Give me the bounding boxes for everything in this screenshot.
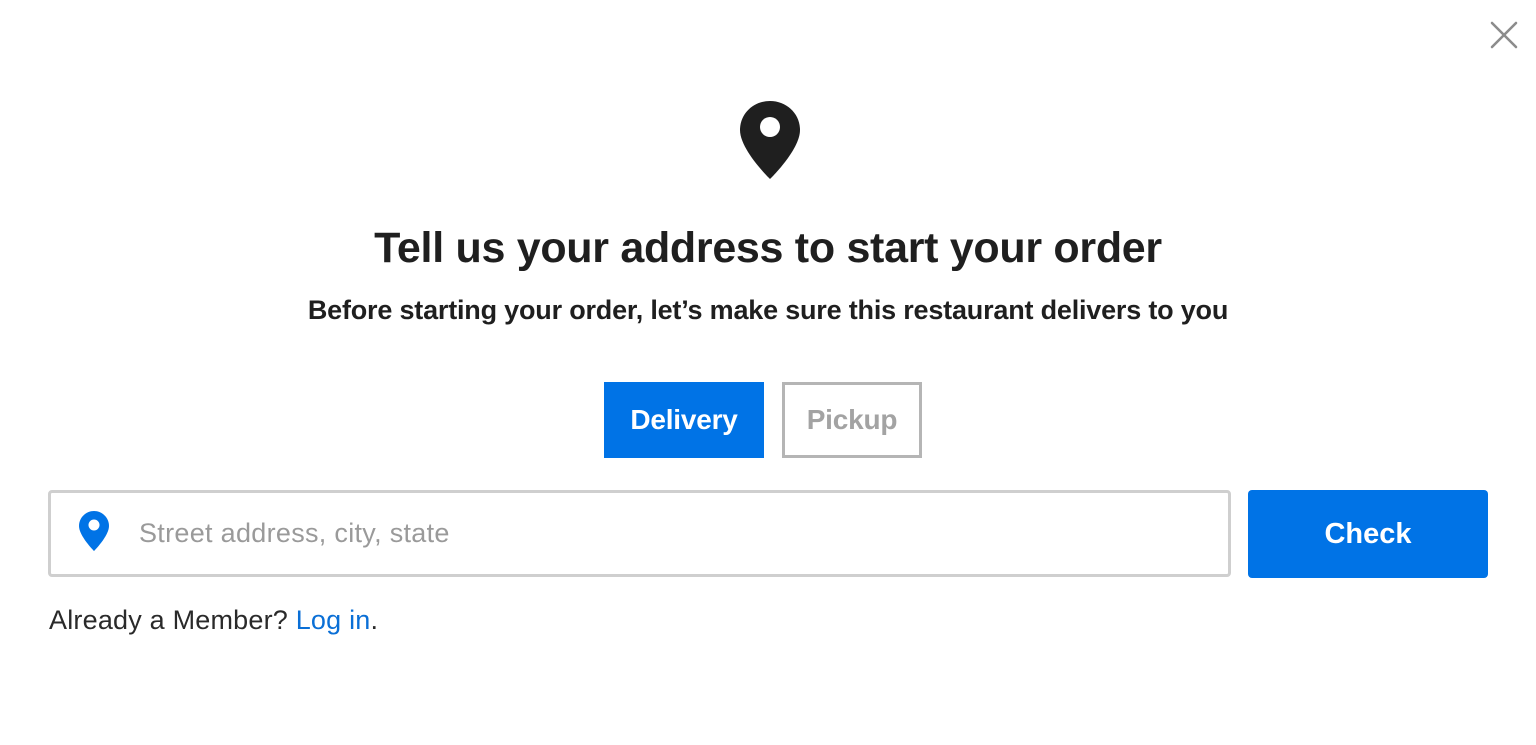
member-prompt-suffix: .: [370, 605, 379, 635]
login-link[interactable]: Log in: [296, 605, 371, 635]
address-modal: Tell us your address to start your order…: [0, 0, 1536, 745]
page-subtitle: Before starting your order, let’s make s…: [307, 295, 1229, 325]
member-prompt-text: Already a Member?: [49, 605, 289, 635]
close-icon: [1490, 21, 1518, 49]
pickup-toggle-button[interactable]: Pickup: [782, 382, 922, 458]
address-field[interactable]: [48, 490, 1231, 577]
check-button[interactable]: Check: [1248, 490, 1488, 578]
map-pin-icon: [79, 511, 109, 551]
member-login-prompt: Already a Member? Log in.: [49, 602, 378, 638]
address-input[interactable]: [139, 493, 1219, 574]
delivery-toggle-button[interactable]: Delivery: [604, 382, 764, 458]
map-pin-icon: [740, 101, 800, 179]
page-title: Tell us your address to start your order: [374, 224, 1162, 272]
close-button[interactable]: [1489, 20, 1519, 50]
